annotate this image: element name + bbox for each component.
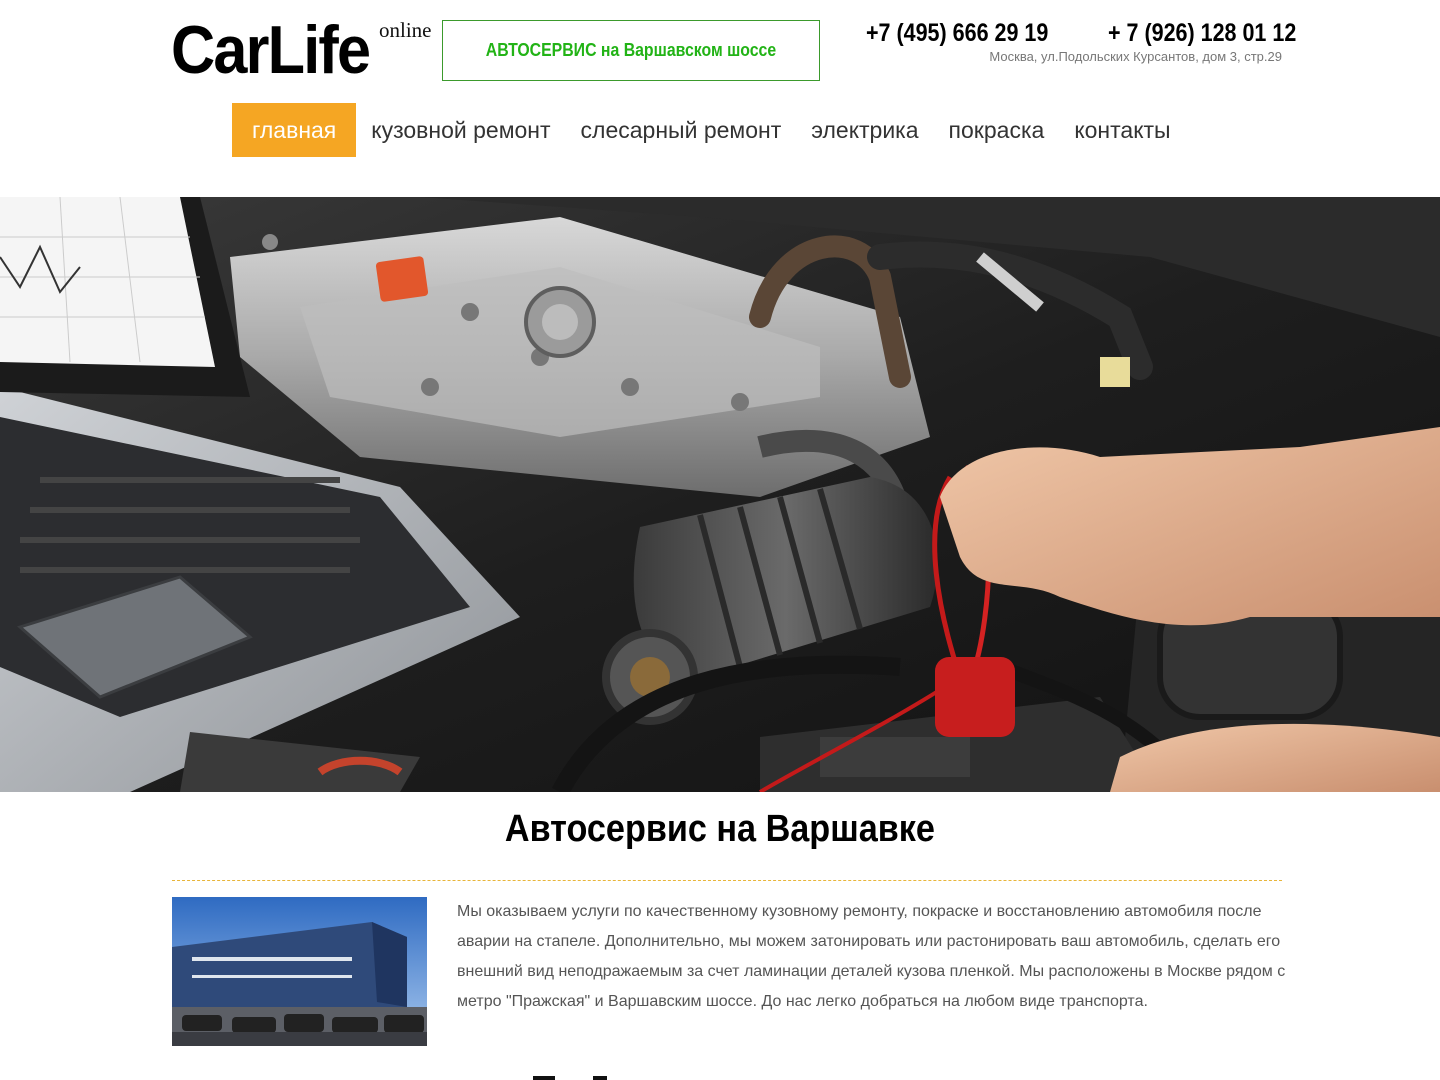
- page-title: Автосервис на Варшавке: [504, 808, 935, 850]
- hero-image: [0, 197, 1440, 792]
- nav-item-contacts[interactable]: контакты: [1059, 103, 1185, 157]
- nav-item-body-repair[interactable]: кузовной ремонт: [356, 103, 565, 157]
- nav-item-electrics[interactable]: электрика: [796, 103, 933, 157]
- nav-item-mechanical-repair[interactable]: слесарный ремонт: [566, 103, 797, 157]
- building-photo: [172, 897, 427, 1046]
- nav-item-home[interactable]: главная: [232, 103, 357, 157]
- nav-item-painting[interactable]: покраска: [934, 103, 1060, 157]
- phone-number-1[interactable]: +7 (495) 666 29 19: [866, 19, 1048, 48]
- divider: [172, 880, 1282, 881]
- next-section-heading-partial: [533, 1066, 653, 1080]
- logo-text: CarLife: [171, 12, 371, 88]
- slogan-banner: АВТОСЕРВИС на Варшавском шоссе: [442, 20, 820, 81]
- main-nav: главная кузовной ремонт слесарный ремонт…: [232, 103, 1186, 157]
- slogan-text: АВТОСЕРВИС на Варшавском шоссе: [485, 40, 777, 60]
- address: Москва, ул.Подольских Курсантов, дом 3, …: [989, 49, 1282, 64]
- intro-text: Мы оказываем услуги по качественному куз…: [457, 903, 1286, 1010]
- logo-sup-text: online: [379, 18, 432, 42]
- phone-number-2[interactable]: + 7 (926) 128 01 12: [1108, 19, 1296, 48]
